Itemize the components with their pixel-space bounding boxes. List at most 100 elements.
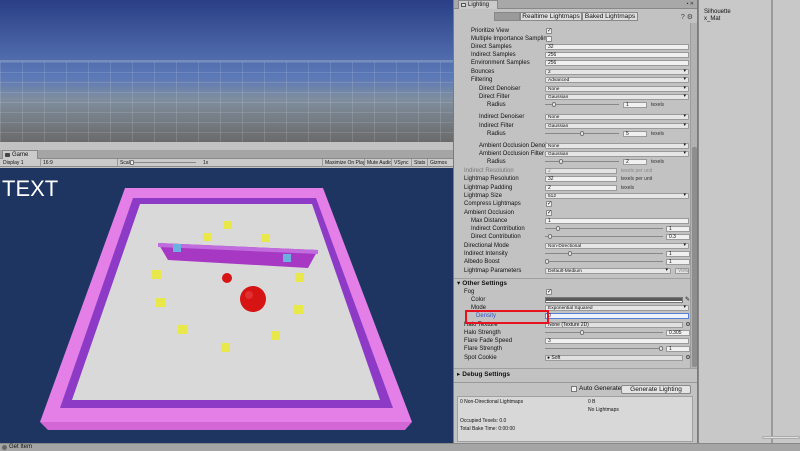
indirect-filter-dropdown[interactable]: Gaussian [545,123,689,129]
auto-generate-checkbox[interactable] [571,386,577,392]
row-filtering: Filtering Advanced [454,76,690,84]
halo-strength-slider[interactable] [545,332,663,333]
collectible-cube [283,254,291,262]
fog-color-label: Color [471,297,486,303]
direct-contribution-handle[interactable] [548,234,553,239]
indirect-intensity-slider[interactable] [545,253,663,254]
tab-scene[interactable]: Scene [494,12,520,21]
compress-lightmaps-checkbox[interactable]: ✓ [546,201,552,207]
tab-realtime-lightmaps[interactable]: Realtime Lightmaps [520,12,582,21]
row-indirect-radius: Radius 5 texels [454,130,690,138]
fog-color-swatch[interactable] [545,297,683,303]
indirect-radius-handle[interactable] [580,131,584,136]
ao-filter-dropdown[interactable]: Gaussian [545,151,689,157]
tab-baked-lightmaps[interactable]: Baked Lightmaps [582,12,638,21]
lightmap-parameters-view-button[interactable]: View [675,268,689,274]
indirect-intensity-handle[interactable] [567,251,572,256]
ao-radius-slider[interactable] [545,161,619,162]
environment-samples-field[interactable]: 256 [545,60,689,66]
fog-density-field[interactable]: 0 [545,313,689,319]
ao-denoiser-dropdown[interactable]: None [545,143,689,149]
row-indirect-intensity: Indirect Intensity 1 [454,250,690,258]
indirect-denoiser-dropdown[interactable]: None [545,114,689,120]
indirect-contribution-handle[interactable] [556,226,561,231]
game-viewport[interactable]: TEXT [0,168,453,443]
debug-settings-foldout[interactable]: Debug Settings [457,371,510,379]
row-direct-samples: Direct Samples 32 [454,43,690,51]
maximize-on-play-button[interactable]: Maximize On Play [322,159,365,167]
indirect-contribution-slider[interactable] [545,228,663,229]
flare-strength-slider[interactable] [545,348,663,349]
gizmos-button[interactable]: Gizmos [427,159,447,167]
lightmap-size-dropdown[interactable]: 512 [545,193,689,199]
lightmap-resolution-field[interactable]: 32 [545,176,617,182]
indirect-contribution-label: Indirect Contribution [471,226,525,232]
lighting-scrollbar[interactable] [690,23,697,368]
direct-radius-handle[interactable] [552,102,556,107]
generate-lighting-button[interactable]: Generate Lighting [621,385,691,394]
flare-strength-field[interactable]: 1 [666,346,690,352]
help-settings-icon[interactable]: ? ⚙ [681,13,693,21]
lightmap-parameters-dropdown[interactable]: Default-Medium [545,268,671,274]
direct-samples-field[interactable]: 32 [545,44,689,50]
halo-strength-field[interactable]: 0.305 [666,330,690,336]
halo-texture-field[interactable]: None (Texture 2D) [545,322,683,328]
albedo-boost-handle[interactable] [545,259,549,264]
flare-fade-speed-field[interactable]: 3 [545,338,689,344]
flare-strength-handle[interactable] [659,346,663,351]
hierarchy-scrollbar[interactable] [771,0,773,443]
ambient-occlusion-checkbox[interactable]: ✓ [546,210,552,216]
flare-strength-label: Flare Strength [464,346,503,352]
lighting-scrollbar-thumb[interactable] [692,147,697,367]
direct-contribution-field[interactable]: 0.3 [666,234,690,240]
scale-slider-handle[interactable] [130,160,134,165]
stats-button[interactable]: Stats [411,159,425,167]
hierarchy-item[interactable]: Silhouette [704,9,731,15]
halo-strength-handle[interactable] [579,330,584,335]
tab-game[interactable]: Game [2,150,38,159]
lightmap-resolution-unit: texels per unit [621,176,653,182]
bounces-dropdown[interactable]: 2 [545,69,689,75]
fog-checkbox[interactable]: ✓ [546,289,552,295]
indirect-radius-field[interactable]: 5 [623,131,647,137]
row-direct-radius: Radius 1 texels [454,101,690,109]
game-tabbar: Game [0,150,453,159]
other-settings-foldout[interactable]: Other Settings [457,280,507,288]
ao-radius-field[interactable]: 2 [623,159,647,165]
scene-view[interactable] [0,0,453,142]
mis-checkbox[interactable] [546,36,552,42]
fog-mode-dropdown[interactable]: Exponential Squared [545,305,689,311]
albedo-boost-field[interactable]: 1 [666,259,690,265]
direct-denoiser-dropdown[interactable]: None [545,86,689,92]
zoom-slider[interactable] [762,436,800,439]
spot-cookie-field[interactable]: ● Soft [545,355,683,361]
albedo-boost-slider[interactable] [545,261,663,262]
prioritize-view-checkbox[interactable]: ✓ [546,28,552,34]
vsync-button[interactable]: VSync [391,159,408,167]
direct-contribution-slider[interactable] [545,236,663,237]
indirect-contribution-field[interactable]: 1 [666,226,690,232]
row-indirect-contribution: Indirect Contribution 1 [454,225,690,233]
lightmap-padding-field[interactable]: 2 [545,185,617,191]
indirect-samples-field[interactable]: 256 [545,52,689,58]
tab-game-label: Game [12,152,29,158]
lightmap-resolution-label: Lightmap Resolution [464,176,519,182]
game-scene-render [40,188,412,430]
direct-filter-dropdown[interactable]: Gaussian [545,94,689,100]
ao-radius-handle[interactable] [559,159,563,164]
status-bar: Get Item [0,443,800,451]
hierarchy-item[interactable]: x_Mat [704,16,720,22]
indirect-intensity-field[interactable]: 1 [666,251,690,257]
display-dropdown[interactable]: Display 1 [3,159,24,167]
tab-lighting[interactable]: Lighting [458,0,498,9]
filtering-dropdown[interactable]: Advanced [545,77,689,83]
mute-audio-button[interactable]: Mute Audio [364,159,392,167]
row-ao-filter: Ambient Occlusion Filter Gaussian [454,150,690,158]
aspect-dropdown[interactable]: 16:9 [40,159,53,167]
direct-radius-field[interactable]: 1 [623,102,647,108]
scale-slider[interactable] [130,162,196,163]
direct-radius-slider[interactable] [545,104,619,105]
window-menu-icon[interactable]: ▪ ✕ [687,1,694,7]
directional-mode-dropdown[interactable]: Non-Directional [545,243,689,249]
max-distance-field[interactable]: 1 [545,218,689,224]
